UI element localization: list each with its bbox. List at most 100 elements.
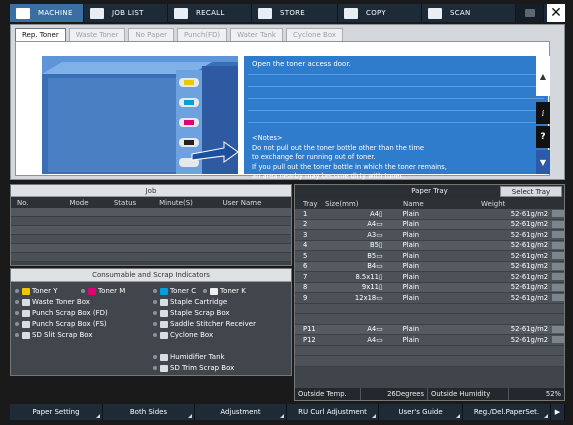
copy-icon (344, 7, 358, 19)
table-row[interactable]: 8 9x11▯ Plain 52-61g/m2 (295, 282, 565, 293)
next-page-button[interactable]: ▶ (551, 404, 565, 420)
indicator-label: Staple Scrap Box (170, 309, 230, 317)
table-row[interactable] (11, 235, 291, 244)
indicator-label: Toner C (170, 287, 197, 295)
col-status: Status (113, 198, 137, 207)
volume-button[interactable] (516, 4, 544, 22)
saddle-icon (160, 320, 168, 328)
job-list-tab[interactable]: JOB LIST (84, 4, 168, 22)
status-dot (15, 322, 19, 326)
table-row[interactable] (11, 208, 291, 217)
tab-punch-fd[interactable]: Punch(FD) (177, 28, 228, 41)
tab-rep-toner[interactable]: Rep. Toner (15, 28, 66, 41)
waste-box-icon (22, 298, 30, 306)
paper-level-icon (552, 241, 565, 249)
environment-status: Outside Temp. 26Degrees Outside Humidity… (295, 388, 564, 400)
adjustment-button[interactable]: Adjustment (195, 404, 287, 420)
table-row[interactable] (11, 217, 291, 226)
status-dot (153, 289, 157, 293)
select-tray-button[interactable]: Select Tray (500, 186, 562, 197)
recall-icon (174, 7, 188, 19)
scan-tab[interactable]: SCAN (422, 4, 516, 22)
table-row[interactable]: P11 A4▭ Plain 52-61g/m2 (295, 324, 565, 335)
indicator-label: Toner Y (32, 287, 58, 295)
tray-size: A4▯ (369, 209, 383, 218)
recall-label: RECALL (196, 9, 225, 17)
paper-name: Plain (402, 293, 420, 302)
divider (248, 86, 544, 87)
tray-size: B5▯ (369, 241, 383, 250)
tray-number: 9 (303, 293, 308, 302)
paper-setting-button[interactable]: Paper Setting (10, 404, 103, 420)
users-guide-button[interactable]: User's Guide (379, 404, 463, 420)
paper-weight: 52-61g/m2 (510, 220, 549, 229)
outside-temp-label: Outside Temp. (295, 388, 361, 400)
machine-icon (16, 7, 30, 19)
note-line: an area nearby may become dirty with ton… (252, 172, 404, 181)
paper-weight: 52-61g/m2 (510, 251, 549, 260)
tray-number: P11 (303, 325, 316, 334)
store-tab[interactable]: STORE (252, 4, 338, 22)
tray-size: 9x11▯ (361, 283, 383, 292)
reg-del-paperset-button[interactable]: Reg./Del.PaperSet. (463, 404, 551, 420)
copy-tab[interactable]: COPY (338, 4, 422, 22)
table-row[interactable]: P12 A4▭ Plain 52-61g/m2 (295, 335, 565, 346)
info-button[interactable]: i (536, 102, 550, 124)
table-row (295, 345, 564, 356)
close-button[interactable]: ✕ (547, 4, 565, 22)
tab-no-paper[interactable]: No Paper (128, 28, 175, 41)
paper-level-icon (552, 283, 565, 291)
indicator-label: SD Trim Scrap Box (170, 364, 235, 372)
tab-cyclone-box[interactable]: Cyclone Box (285, 28, 344, 41)
punch-icon (22, 309, 30, 317)
divider (248, 122, 544, 123)
scroll-down-button[interactable]: ▼ (536, 150, 550, 174)
status-dot (203, 289, 207, 293)
both-sides-button[interactable]: Both Sides (103, 404, 195, 420)
table-row[interactable] (11, 226, 291, 235)
help-button[interactable]: ? (536, 126, 550, 148)
outside-humidity-value: 52% (545, 390, 561, 398)
machine-tab[interactable]: MACHINE (10, 4, 84, 22)
table-row[interactable]: 3 A3▭ Plain 52-61g/m2 (295, 230, 565, 241)
status-dot (153, 355, 157, 359)
paper-level-icon (552, 273, 565, 281)
status-dot (153, 366, 157, 370)
table-row[interactable]: 6 B4▭ Plain 52-61g/m2 (295, 261, 565, 272)
table-row[interactable] (11, 244, 291, 253)
col-minute: Minute(S) (159, 198, 193, 207)
warning-tabs: Rep. Toner Waste Toner No Paper Punch(FD… (15, 28, 344, 41)
table-row[interactable]: 4 B5▯ Plain 52-61g/m2 (295, 240, 565, 251)
table-row[interactable]: 5 B5▭ Plain 52-61g/m2 (295, 251, 565, 262)
tray-size: A4▭ (367, 325, 383, 334)
instruction-box: Open the toner access door. <Notes> Do n… (244, 56, 548, 180)
table-row[interactable]: 2 A4▭ Plain 52-61g/m2 (295, 219, 565, 230)
table-row[interactable]: 7 8.5x11▯ Plain 52-61g/m2 (295, 272, 565, 283)
table-row[interactable] (11, 253, 291, 262)
table-row[interactable]: 1 A4▯ Plain 52-61g/m2 (295, 209, 565, 220)
ru-curl-adjustment-button[interactable]: RU Curl Adjustment (287, 404, 379, 420)
top-menu-bar: MACHINE JOB LIST RECALL STORE COPY SCAN … (10, 4, 565, 22)
job-list-label: JOB LIST (112, 9, 144, 17)
tab-waste-toner[interactable]: Waste Toner (68, 28, 126, 41)
status-dot (153, 311, 157, 315)
tab-water-tank[interactable]: Water Tank (230, 28, 283, 41)
divider (248, 74, 544, 75)
humidifier-tank-indicator: Humidifier Tank (153, 353, 225, 361)
tray-number: 1 (303, 209, 308, 218)
toner-icon (160, 287, 168, 295)
indicator-label: Cyclone Box (170, 331, 214, 339)
paper-weight: 52-61g/m2 (510, 209, 549, 218)
recall-tab[interactable]: RECALL (168, 4, 252, 22)
table-row[interactable]: 9 12x18▭ Plain 52-61g/m2 (295, 293, 565, 304)
indicator-label: Punch Scrap Box (FD) (32, 309, 108, 317)
tray-size: A4▭ (367, 335, 383, 344)
scroll-up-button[interactable]: ▲ (536, 56, 550, 96)
table-row (295, 303, 564, 314)
tray-number: 5 (303, 251, 308, 260)
paper-name: Plain (402, 241, 420, 250)
staple-icon (160, 309, 168, 317)
instruction-text: Open the toner access door. (252, 60, 351, 68)
notes-block: <Notes> Do not pull out the toner bottle… (252, 134, 447, 182)
saddle-stitcher-indicator: Saddle Stitcher Receiver (153, 320, 256, 328)
